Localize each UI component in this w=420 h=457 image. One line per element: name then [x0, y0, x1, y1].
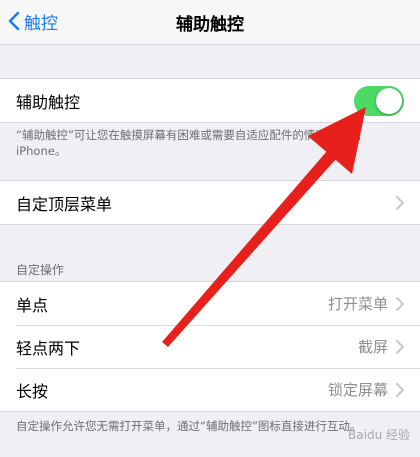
custom-actions-header: 自定操作	[16, 263, 65, 277]
long-press-label: 长按	[16, 381, 49, 401]
single-tap-value: 打开菜单	[327, 295, 388, 313]
double-tap-value: 截屏	[357, 338, 388, 356]
chevron-right-icon	[396, 382, 404, 397]
single-tap-row[interactable]: 单点 打开菜单	[0, 282, 420, 325]
chevron-right-icon	[396, 339, 404, 354]
watermark: Baidu 经验	[348, 428, 410, 442]
customize-menu-row[interactable]: 自定顶层菜单	[0, 181, 420, 224]
assistive-touch-group: 辅助触控	[0, 78, 420, 123]
assistive-touch-row: 辅助触控	[0, 79, 420, 122]
chevron-right-icon	[396, 195, 404, 210]
long-press-value: 锁定屏幕	[327, 381, 388, 399]
double-tap-row[interactable]: 轻点两下 截屏	[0, 325, 420, 368]
single-tap-label: 单点	[16, 295, 49, 315]
long-press-row[interactable]: 长按 锁定屏幕	[0, 368, 420, 411]
custom-actions-group: 单点 打开菜单 轻点两下 截屏 长按 锁定屏幕	[0, 281, 420, 412]
assistive-touch-description: “辅助触控”可让您在触摸屏幕有困难或需要自适应配件的情况下使用 iPhone。	[16, 128, 362, 158]
assistive-touch-label: 辅助触控	[16, 92, 81, 112]
double-tap-label: 轻点两下	[16, 338, 81, 358]
toggle-knob	[376, 88, 402, 114]
page-title: 辅助触控	[176, 15, 244, 35]
chevron-right-icon	[396, 296, 404, 311]
customize-menu-label: 自定顶层菜单	[16, 194, 113, 214]
navigation-bar: 触控 辅助触控	[0, 0, 420, 45]
customize-menu-group: 自定顶层菜单	[0, 180, 420, 225]
assistive-touch-toggle[interactable]	[354, 86, 404, 116]
custom-actions-footer: 自定操作允许您无需打开菜单，通过“辅助触控”图标直接进行互动。	[16, 419, 362, 433]
